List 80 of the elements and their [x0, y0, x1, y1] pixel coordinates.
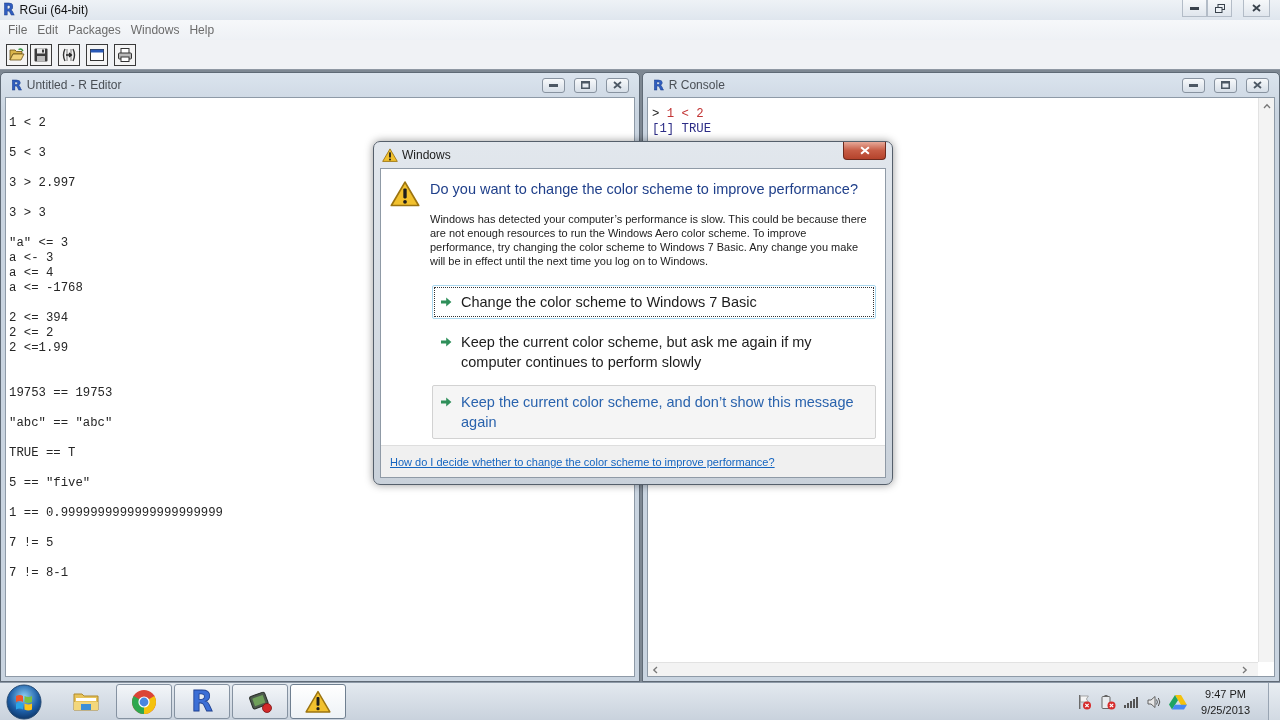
minimize-button[interactable]	[1182, 0, 1207, 17]
maximize-button[interactable]	[574, 77, 597, 93]
warning-icon[interactable]	[305, 690, 331, 713]
restore-button[interactable]	[1207, 0, 1232, 17]
editor-title: Untitled - R Editor	[26, 78, 122, 92]
code-line: TRUE == T	[9, 446, 76, 461]
close-icon	[613, 81, 622, 89]
app-logo[interactable]: R	[191, 686, 213, 717]
taskbar-button[interactable]	[290, 684, 346, 719]
code-line: 1 == 0.9999999999999999999999	[9, 506, 223, 521]
browser-icon[interactable]	[131, 688, 157, 715]
restore-icon	[1214, 3, 1225, 13]
arrow-icon	[440, 336, 452, 348]
menu-item[interactable]: File	[3, 22, 33, 38]
dialog-title: Windows	[402, 148, 451, 162]
taskbar-button[interactable]	[232, 684, 288, 719]
close-icon	[859, 146, 870, 155]
code-line: a <- 3	[9, 251, 54, 266]
arrow-icon	[440, 296, 452, 308]
minimize-icon	[1190, 6, 1199, 10]
close-icon	[1253, 81, 1262, 89]
code-line: 5 < 3	[9, 146, 46, 161]
app-logo: R	[3, 2, 15, 18]
minimize-button[interactable]	[1182, 77, 1205, 93]
battery-error-icon[interactable]	[1100, 693, 1117, 710]
code-line: 2 <= 394	[9, 311, 69, 326]
maximize-button[interactable]	[1214, 77, 1237, 93]
menu-item[interactable]: Packages	[63, 22, 126, 38]
start-button[interactable]	[5, 683, 43, 720]
code-line: 7 != 5	[9, 536, 54, 551]
speaker-icon[interactable]	[1147, 694, 1162, 709]
code-line: 7 != 8-1	[9, 566, 69, 581]
code-line: 3 > 3	[9, 206, 46, 221]
code-line: "a" <= 3	[9, 236, 69, 251]
menu-item[interactable]: Help	[184, 22, 220, 38]
close-button[interactable]	[606, 77, 629, 93]
minimize-icon	[549, 83, 558, 87]
window-title: RGui (64-bit)	[19, 3, 89, 17]
taskbar-button[interactable]: R	[174, 684, 230, 719]
warning-icon	[382, 148, 398, 162]
code-line: 3 > 2.997	[9, 176, 76, 191]
menu-item[interactable]: Edit	[32, 22, 64, 38]
warning-icon	[390, 180, 420, 207]
signal-bars-icon[interactable]	[1124, 695, 1140, 708]
menu-item[interactable]: Windows	[125, 22, 185, 38]
code-line: a <= -1768	[9, 281, 83, 296]
command-text: 1 < 2	[666, 107, 704, 122]
code-line: 2 <= 2	[9, 326, 54, 341]
scroll-right-icon	[1242, 665, 1248, 674]
vertical-scrollbar[interactable]	[1258, 98, 1274, 662]
triangle-logo-icon[interactable]	[1169, 693, 1188, 710]
code-line: "abc" == "abc"	[9, 416, 113, 431]
maximize-icon	[1221, 81, 1230, 89]
code-line: 5 == "five"	[9, 476, 91, 491]
flag-error-icon[interactable]	[1076, 693, 1093, 710]
code-line: 2 <=1.99	[9, 341, 69, 356]
scroll-up-icon	[1262, 103, 1271, 109]
arrow-icon	[440, 396, 452, 408]
close-button[interactable]	[843, 142, 886, 160]
clock-time: 9:47 PM	[1205, 686, 1246, 702]
app-logo: R	[653, 77, 664, 93]
close-icon	[1252, 4, 1261, 12]
scroll-left-icon	[652, 665, 658, 674]
taskbar-button[interactable]	[116, 684, 172, 719]
result-text: [1] TRUE	[652, 122, 712, 137]
maximize-icon	[581, 81, 590, 89]
code-line: 19753 == 19753	[9, 386, 113, 401]
close-button[interactable]	[1246, 77, 1269, 93]
clock-date: 9/25/2013	[1201, 702, 1250, 718]
code-line: 1 < 2	[9, 116, 46, 131]
close-button[interactable]	[1243, 0, 1270, 17]
prompt-symbol: >	[652, 107, 660, 122]
minimize-icon	[1189, 83, 1198, 87]
command-link[interactable]: Change the color scheme to Windows 7 Basic	[432, 285, 876, 319]
minimize-button[interactable]	[542, 77, 565, 93]
horizontal-scrollbar[interactable]	[648, 662, 1258, 676]
code-line: a <= 4	[9, 266, 54, 281]
command-link[interactable]: Keep the current color scheme, and don’t show this message again	[432, 385, 876, 439]
app-logo: R	[11, 77, 22, 93]
console-title: R Console	[668, 78, 725, 92]
